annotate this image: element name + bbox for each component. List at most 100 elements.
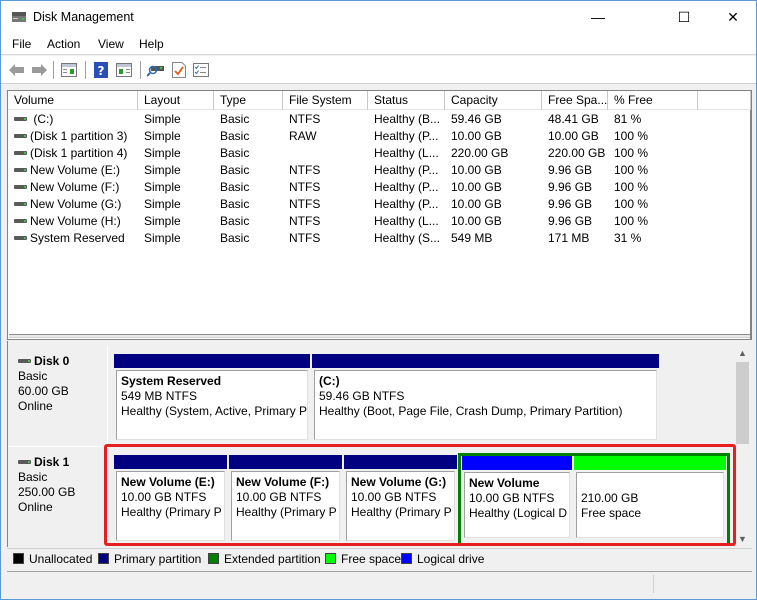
cell-fs: NTFS — [289, 231, 321, 245]
back-icon — [9, 64, 24, 76]
primary-partition-bar — [344, 455, 457, 469]
checklist-button[interactable] — [191, 60, 211, 80]
minimize-button[interactable]: — — [575, 1, 621, 33]
column-header-layout[interactable]: Layout — [138, 91, 214, 110]
cell-capacity: 59.46 GB — [451, 112, 502, 126]
cell-volume: System Reserved — [14, 230, 138, 247]
cell-volume: New Volume (F:) — [14, 179, 138, 196]
menu-action[interactable]: Action — [47, 37, 80, 51]
help-button[interactable]: ? — [91, 60, 111, 80]
volume-list-row[interactable]: New Volume (G:) Simple Basic NTFS Healthy (P… — [8, 196, 750, 213]
scroll-down-arrow-icon[interactable]: ▼ — [735, 532, 750, 546]
connect-disk-button[interactable] — [146, 60, 166, 80]
partition-size: 10.00 GB NTFS — [351, 490, 437, 504]
properties-icon — [172, 62, 186, 78]
partition-title: New Volume — [469, 476, 540, 490]
cell-capacity: 10.00 GB — [451, 129, 502, 143]
scroll-up-arrow-icon[interactable]: ▲ — [735, 346, 750, 360]
minimize-icon: — — [591, 9, 605, 25]
cell-free: 9.96 GB — [548, 180, 593, 194]
graph-scrollbar[interactable]: ▲ ▼ — [735, 346, 750, 546]
menu-bar: File Action View Help — [1, 33, 756, 55]
partition-free-space[interactable]: 210.00 GB Free space — [574, 456, 726, 540]
cell-fs: NTFS — [289, 180, 321, 194]
volume-list-row[interactable]: (Disk 1 partition 4) Simple Basic Healthy (… — [8, 145, 750, 162]
disk-management-icon — [12, 12, 26, 22]
column-header-file-system[interactable]: File System — [283, 91, 368, 110]
cell-type: Basic — [220, 197, 250, 211]
title-bar: Disk Management — ☐ ✕ — [1, 1, 756, 33]
cell-pct: 81 % — [614, 112, 642, 126]
volume-list-row[interactable]: New Volume (F:) Simple Basic NTFS Healthy (P… — [8, 179, 750, 196]
cell-free: 220.00 GB — [548, 146, 606, 160]
disk-1-row: Disk 1 Basic 250.00 GB Online New Volume… — [8, 446, 733, 546]
column-header-type[interactable]: Type — [214, 91, 283, 110]
cell-type: Basic — [220, 163, 250, 177]
partition-system-reserved[interactable]: System Reserved 549 MB NTFS Healthy (Sys… — [114, 354, 310, 442]
partition-status: Healthy (Primary P — [121, 505, 222, 519]
cell-capacity: 10.00 GB — [451, 180, 502, 194]
volume-list-row[interactable]: New Volume (H:) Simple Basic NTFS Healthy (L… — [8, 213, 750, 230]
back-button[interactable] — [7, 60, 27, 80]
column-header-empty — [698, 91, 751, 110]
partition-f-drive[interactable]: New Volume (F:) 10.00 GB NTFS Healthy (P… — [229, 455, 342, 543]
show-hide-console-tree-button[interactable] — [59, 60, 79, 80]
maximize-icon: ☐ — [677, 8, 691, 25]
cell-layout: Simple — [144, 214, 181, 228]
volume-list-row[interactable]: System Reserved Simple Basic NTFS Healthy (S… — [8, 230, 750, 247]
cell-pct: 100 % — [614, 146, 649, 160]
volume-list-row[interactable]: (Disk 1 partition 3) Simple Basic RAW Health… — [8, 128, 750, 145]
legend-primary-partition: Primary partition — [98, 553, 201, 566]
partition-logical-volume[interactable]: New Volume 10.00 GB NTFS Healthy (Logica… — [462, 456, 572, 540]
menu-file[interactable]: File — [12, 37, 31, 51]
cell-free: 9.96 GB — [548, 197, 593, 211]
menu-help[interactable]: Help — [139, 37, 164, 51]
volume-drive-icon — [14, 184, 27, 189]
volume-drive-icon — [14, 116, 27, 121]
partition-size: 210.00 GB — [581, 491, 639, 505]
close-button[interactable]: ✕ — [710, 1, 756, 33]
primary-partition-bar — [114, 455, 227, 469]
disk-0-label[interactable]: Disk 0 Basic 60.00 GB Online — [8, 346, 108, 446]
cell-status: Healthy (P... — [374, 163, 439, 177]
partition-title: New Volume (G:) — [351, 475, 447, 489]
cell-status: Healthy (S... — [374, 231, 441, 245]
cell-fs: NTFS — [289, 197, 321, 211]
disk-1-label[interactable]: Disk 1 Basic 250.00 GB Online — [8, 447, 108, 546]
column-header-capacity[interactable]: Capacity — [445, 91, 542, 110]
column-header-status[interactable]: Status — [368, 91, 445, 110]
disk-1-partitions: New Volume (E:) 10.00 GB NTFS Healthy (P… — [112, 453, 732, 546]
partition-size: 10.00 GB NTFS — [236, 490, 322, 504]
partition-c-drive[interactable]: (C:) 59.46 GB NTFS Healthy (Boot, Page F… — [312, 354, 659, 442]
properties-button[interactable] — [169, 60, 189, 80]
partition-g-drive[interactable]: New Volume (G:) 10.00 GB NTFS Healthy (P… — [344, 455, 457, 543]
legend-logical-drive: Logical drive — [401, 553, 484, 566]
partition-size: 59.46 GB NTFS — [319, 389, 405, 403]
cell-pct: 100 % — [614, 163, 649, 177]
connect-disk-icon — [147, 65, 164, 77]
cell-pct: 100 % — [614, 180, 649, 194]
disk-0-name: Disk 0 — [18, 354, 107, 369]
scrollbar-thumb[interactable] — [736, 362, 749, 444]
column-header-percent-free[interactable]: % Free — [608, 91, 698, 110]
volume-list-row[interactable]: (C:) Simple Basic NTFS Healthy (B... 59.46 GB… — [8, 111, 750, 128]
cell-layout: Simple — [144, 146, 181, 160]
menu-view[interactable]: View — [98, 37, 124, 51]
column-header-volume[interactable]: Volume — [8, 91, 138, 110]
disk-0-partitions: System Reserved 549 MB NTFS Healthy (Sys… — [112, 354, 660, 442]
show-hide-action-pane-button[interactable] — [114, 60, 134, 80]
cell-free: 171 MB — [548, 231, 590, 245]
volume-list-row[interactable]: New Volume (E:) Simple Basic NTFS Healthy (P… — [8, 162, 750, 179]
cell-capacity: 10.00 GB — [451, 214, 502, 228]
status-bar — [7, 571, 752, 596]
disk-0-size: 60.00 GB — [18, 384, 69, 398]
pane-splitter[interactable] — [9, 334, 750, 338]
disk-icon — [18, 459, 31, 464]
cell-type: Basic — [220, 231, 250, 245]
forward-button[interactable] — [29, 60, 49, 80]
cell-layout: Simple — [144, 197, 181, 211]
partition-e-drive[interactable]: New Volume (E:) 10.00 GB NTFS Healthy (P… — [114, 455, 227, 543]
column-header-free-space[interactable]: Free Spa... — [542, 91, 608, 110]
cell-volume: New Volume (G:) — [14, 196, 138, 213]
maximize-button[interactable]: ☐ — [661, 1, 707, 33]
